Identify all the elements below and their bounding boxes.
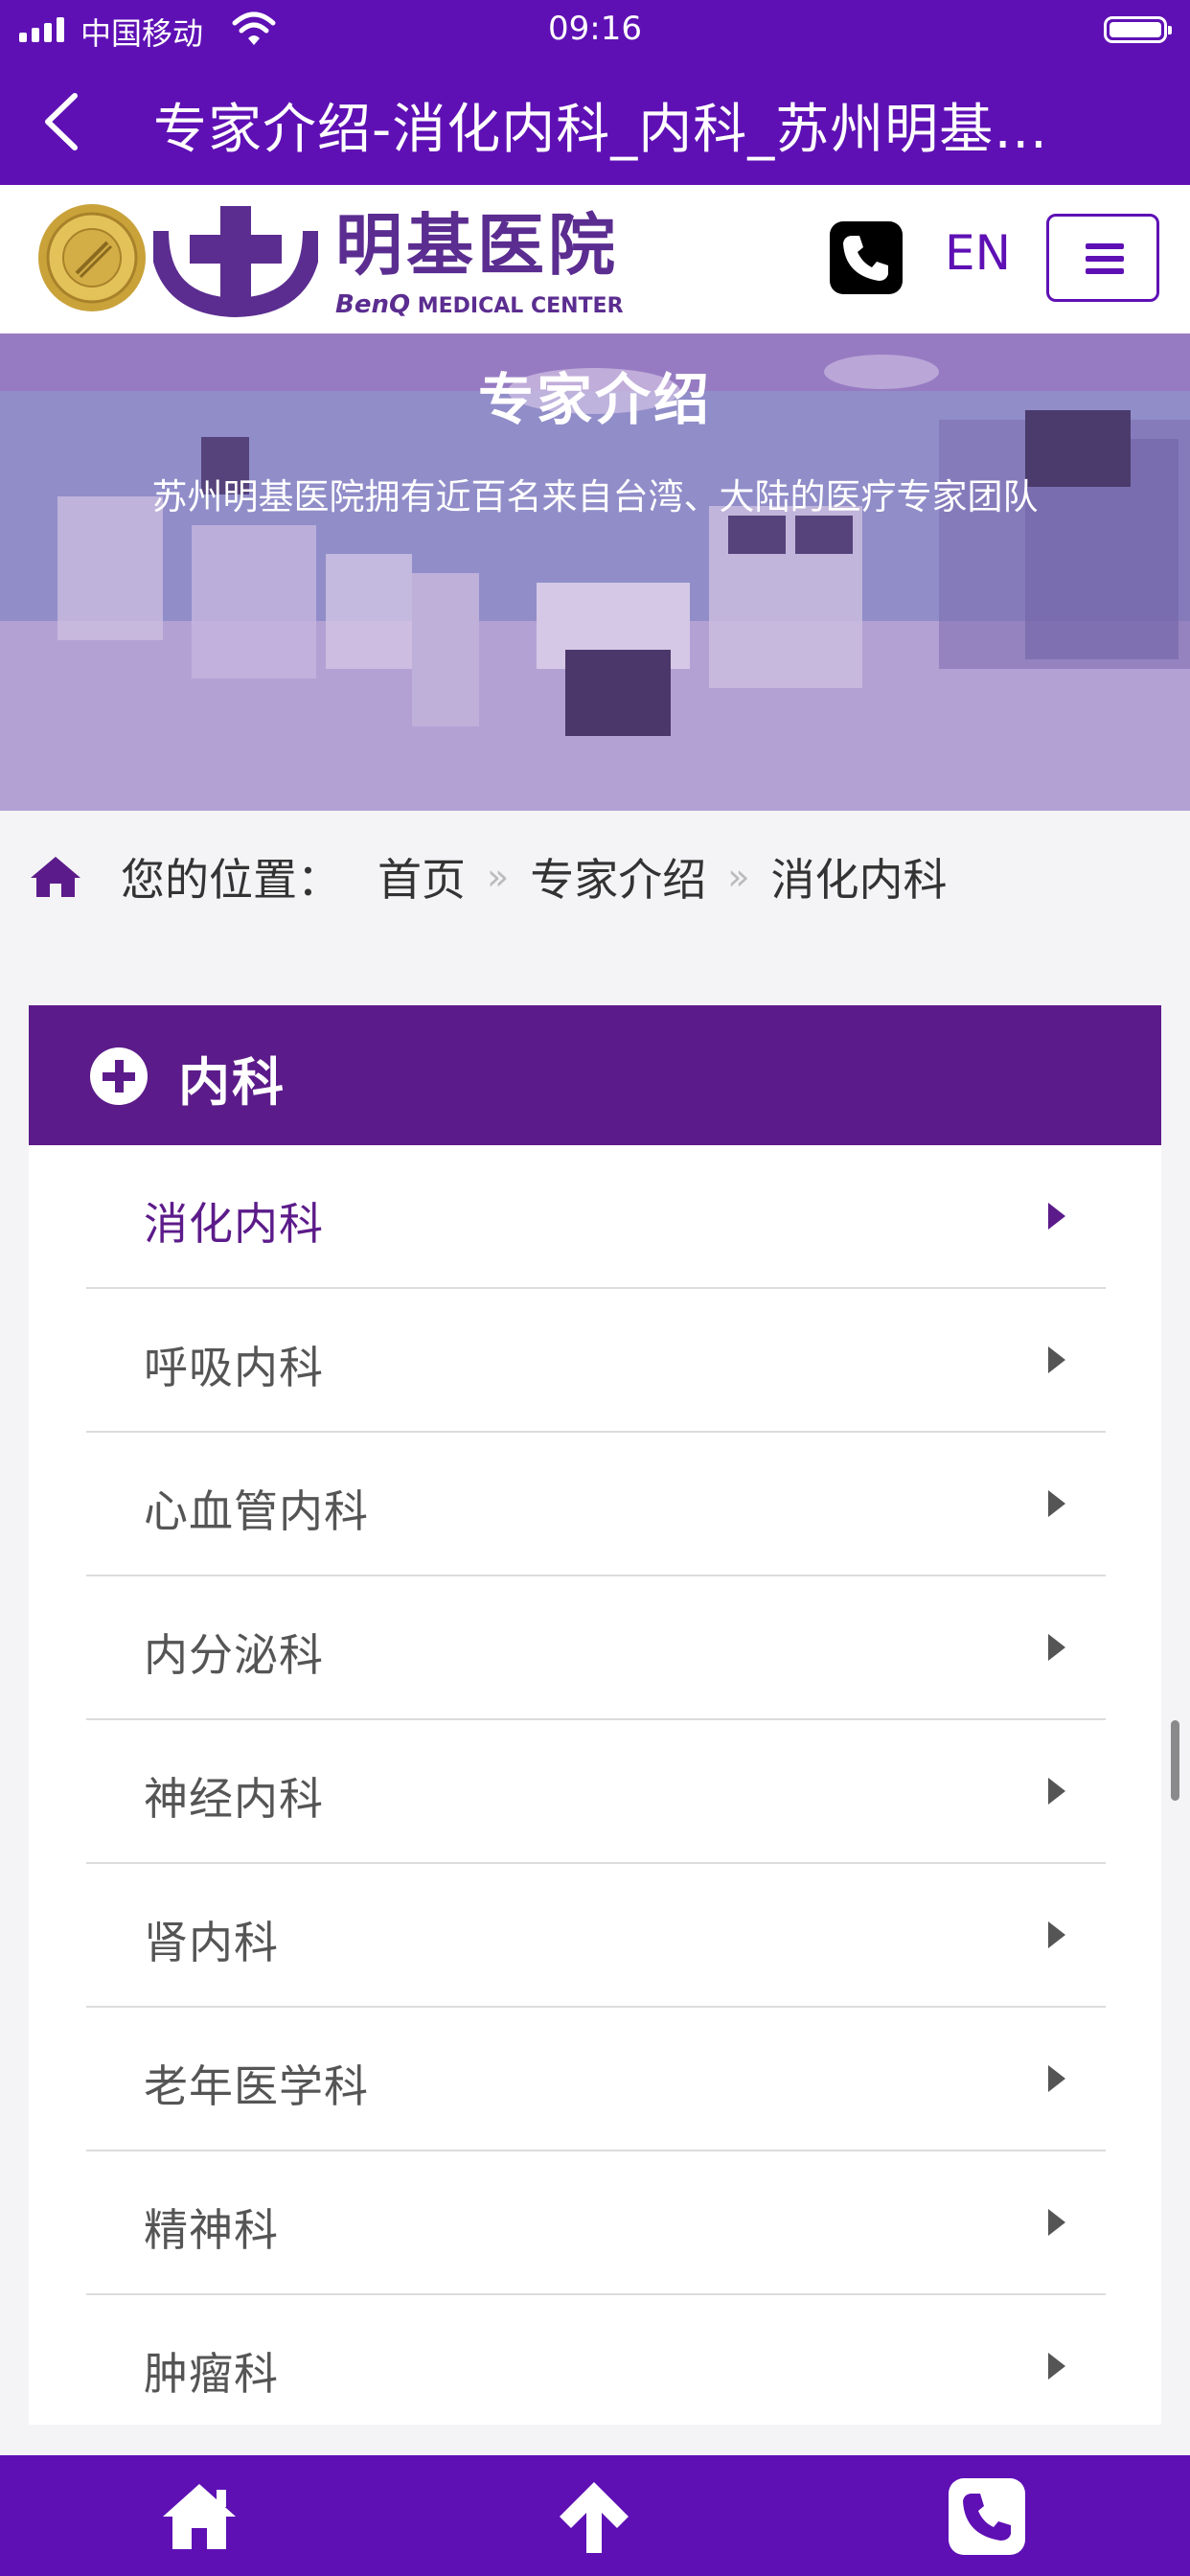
- caret-right-icon: [1048, 1203, 1065, 1230]
- breadcrumb-separator: »: [727, 856, 750, 898]
- list-item-label: 神经内科: [144, 1773, 324, 1825]
- list-item-label: 肾内科: [144, 1917, 279, 1968]
- list-item-label: 老年医学科: [144, 2060, 369, 2112]
- hospital-logo-icon: [153, 206, 318, 317]
- site-header: 明基医院 BenQ MEDICAL CENTER EN: [0, 185, 1190, 334]
- caret-right-icon: [1048, 2353, 1065, 2380]
- accreditation-seal-icon: [38, 204, 146, 311]
- bottom-bar: [0, 2455, 1190, 2576]
- list-item-neurology[interactable]: 神经内科: [86, 1720, 1106, 1864]
- category-title: 内科: [178, 1052, 286, 1113]
- banner-title: 专家介绍: [477, 367, 712, 432]
- list-item-label: 肿瘤科: [144, 2348, 279, 2400]
- caret-right-icon: [1048, 2209, 1065, 2236]
- caret-right-icon: [1048, 1490, 1065, 1517]
- breadcrumb: 您的位置： 首页 » 专家介绍 » 消化内科: [29, 843, 948, 910]
- phone-icon: [843, 236, 888, 281]
- list-item-geriatrics[interactable]: 老年医学科: [86, 2008, 1106, 2151]
- category-header[interactable]: 内科: [29, 1005, 1161, 1145]
- caret-right-icon: [1048, 1346, 1065, 1373]
- list-item-digestive[interactable]: 消化内科: [86, 1145, 1106, 1289]
- arrow-up-icon[interactable]: [554, 2476, 634, 2557]
- top-bar: 中国移动 09:16 专家介绍-消化内科_内科_苏州明基医院: [0, 0, 1190, 185]
- list-item-label: 心血管内科: [144, 1485, 369, 1537]
- chevron-left-icon[interactable]: [38, 92, 86, 151]
- list-item-cardiology[interactable]: 心血管内科: [86, 1433, 1106, 1576]
- caret-right-icon: [1048, 2065, 1065, 2092]
- caret-right-icon: [1048, 1921, 1065, 1948]
- list-item-label: 内分泌科: [144, 1629, 324, 1681]
- status-bar: 中国移动 09:16: [0, 0, 1190, 59]
- logo-text: 明基医院: [335, 206, 619, 285]
- breadcrumb-current: 消化内科: [770, 854, 948, 906]
- battery-icon: [1104, 16, 1172, 43]
- language-link[interactable]: EN: [945, 225, 1011, 281]
- list-item-psychiatry[interactable]: 精神科: [86, 2151, 1106, 2295]
- list-item-label: 精神科: [144, 2204, 279, 2256]
- plus-circle-icon: [90, 1047, 148, 1105]
- breadcrumb-label: 您的位置：: [121, 854, 341, 906]
- breadcrumb-separator: »: [487, 856, 510, 898]
- logo-subtext: BenQ MEDICAL CENTER: [335, 290, 624, 319]
- list-item-respiratory[interactable]: 呼吸内科: [86, 1289, 1106, 1433]
- status-time: 09:16: [548, 10, 642, 48]
- page-title: 专家介绍-消化内科_内科_苏州明基医院: [153, 99, 1054, 161]
- home-icon[interactable]: [159, 2476, 240, 2557]
- list-item-nephrology[interactable]: 肾内科: [86, 1864, 1106, 2008]
- category-list: 消化内科 呼吸内科 心血管内科 内分泌科 神经内科 肾内科 老年医学科 精神科 …: [29, 1145, 1161, 2425]
- home-icon[interactable]: [29, 853, 82, 901]
- list-item-endocrinology[interactable]: 内分泌科: [86, 1576, 1106, 1720]
- call-button[interactable]: [949, 2478, 1025, 2555]
- hero-banner: 专家介绍 苏州明基医院拥有近百名来自台湾、大陆的医疗专家团队: [0, 334, 1190, 811]
- banner-subtitle: 苏州明基医院拥有近百名来自台湾、大陆的医疗专家团队: [151, 476, 1039, 518]
- hamburger-icon: [1086, 243, 1124, 249]
- caret-right-icon: [1048, 1778, 1065, 1805]
- list-item-label: 消化内科: [144, 1198, 324, 1250]
- breadcrumb-experts-link[interactable]: 专家介绍: [530, 845, 706, 908]
- caret-right-icon: [1048, 1634, 1065, 1661]
- phone-icon: [963, 2494, 1011, 2541]
- breadcrumb-home-link[interactable]: 首页: [378, 845, 466, 908]
- phone-button[interactable]: [830, 221, 903, 294]
- list-item-label: 呼吸内科: [144, 1342, 324, 1393]
- list-item-oncology[interactable]: 肿瘤科: [86, 2295, 1106, 2425]
- scrollbar[interactable]: [1171, 1720, 1179, 1801]
- menu-button[interactable]: [1046, 214, 1159, 302]
